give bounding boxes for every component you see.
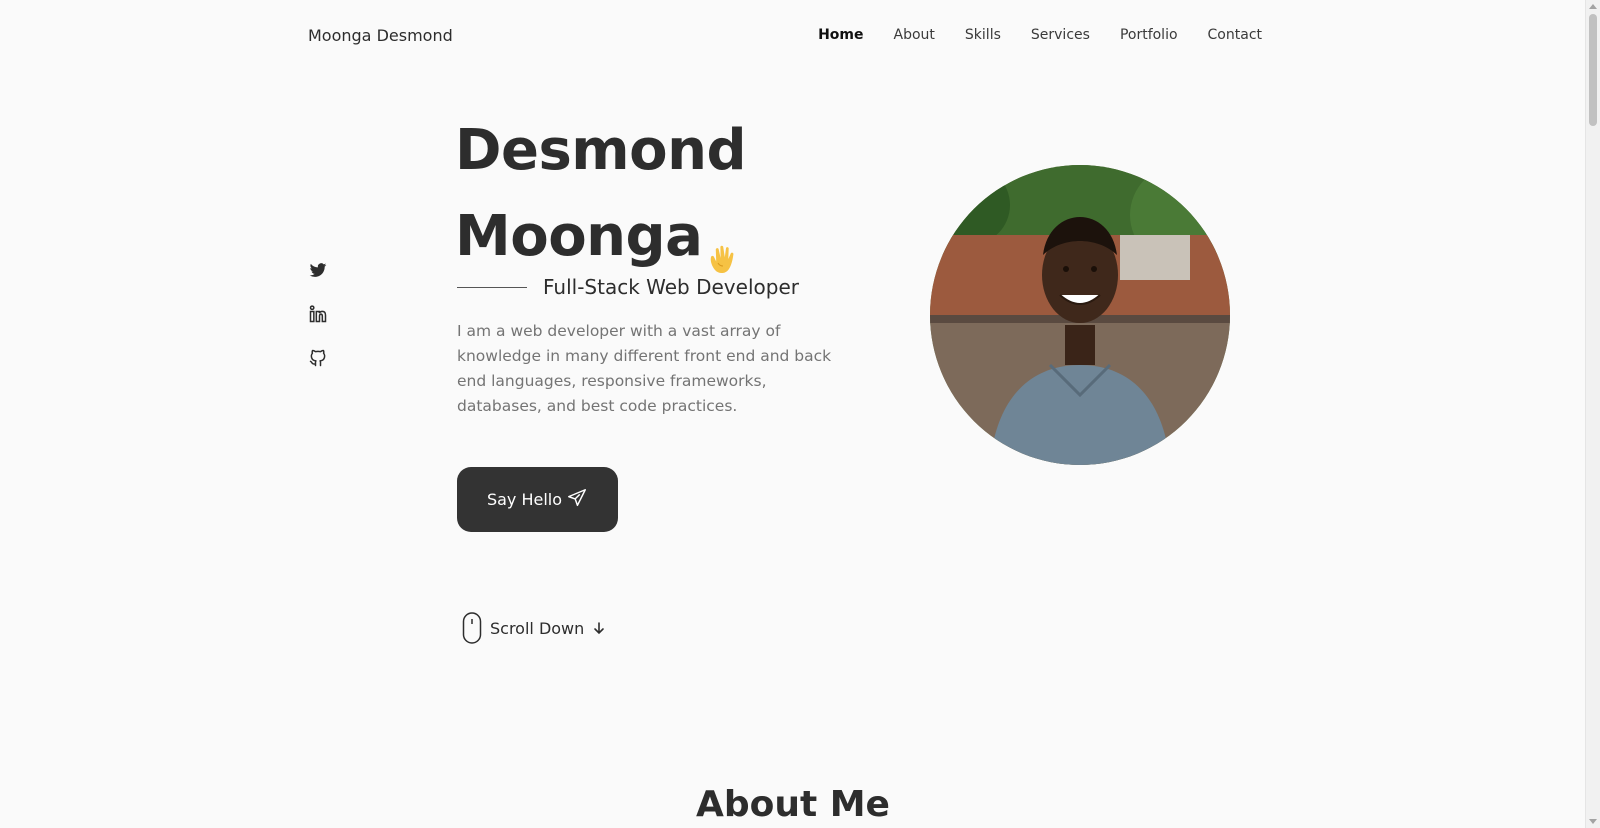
hero-subtitle: Full-Stack Web Developer — [543, 275, 799, 299]
hero-last-name: Moonga — [455, 204, 703, 269]
say-hello-button[interactable]: Say Hello — [457, 467, 618, 532]
nav-home[interactable]: Home — [818, 27, 863, 43]
scroll-up-arrow[interactable] — [1589, 4, 1597, 9]
mouse-icon — [462, 612, 482, 644]
profile-photo — [930, 165, 1230, 465]
twitter-icon[interactable] — [308, 260, 328, 282]
arrow-down-icon — [594, 622, 605, 635]
page-scrollbar[interactable] — [1585, 0, 1600, 828]
hero-first-name: Desmond — [455, 118, 747, 183]
linkedin-icon[interactable] — [308, 304, 328, 326]
hero-subtitle-row: Full-Stack Web Developer — [457, 275, 799, 299]
scroll-down-link[interactable]: Scroll Down — [462, 612, 606, 644]
hero-name: Desmond Moonga — [455, 108, 747, 280]
brand-logo[interactable]: Moonga Desmond — [308, 26, 453, 45]
scroll-down-arrow[interactable] — [1589, 819, 1597, 824]
social-links — [308, 260, 328, 370]
main-nav: Home About Skills Services Portfolio Con… — [818, 27, 1262, 43]
nav-services[interactable]: Services — [1031, 27, 1090, 43]
scrollbar-thumb[interactable] — [1589, 14, 1597, 126]
nav-skills[interactable]: Skills — [965, 27, 1001, 43]
site-header: Moonga Desmond Home About Skills Service… — [0, 0, 1586, 72]
about-section-heading: About Me — [696, 784, 890, 825]
nav-portfolio[interactable]: Portfolio — [1120, 27, 1178, 43]
subtitle-divider — [457, 286, 527, 288]
github-icon[interactable] — [308, 348, 328, 370]
say-hello-label: Say Hello — [486, 490, 563, 509]
nav-about[interactable]: About — [894, 27, 935, 43]
scroll-down-label: Scroll Down — [490, 618, 585, 638]
paper-plane-icon — [566, 487, 588, 513]
hero-description: I am a web developer with a vast array o… — [457, 322, 832, 415]
waving-hand-icon — [704, 220, 744, 273]
nav-contact[interactable]: Contact — [1208, 27, 1262, 43]
